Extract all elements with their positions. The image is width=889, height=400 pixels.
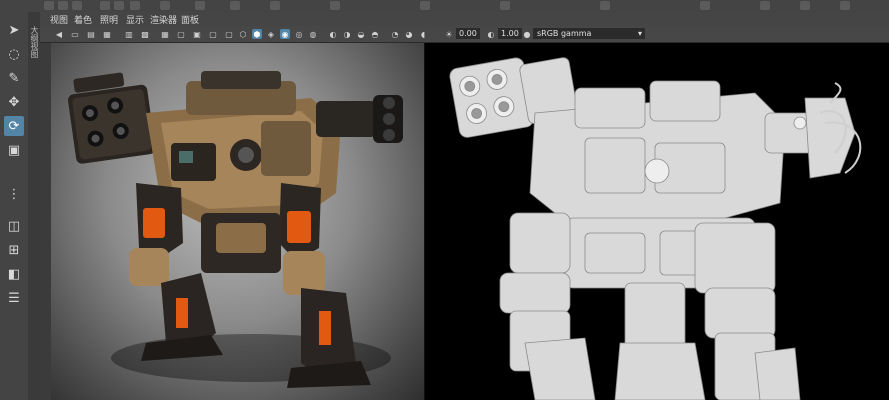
layout-two-icon[interactable]: ◧ [4,264,24,284]
two-d-pan-icon[interactable]: ▥ [124,29,134,39]
rotate-tool-icon[interactable]: ⟳ [4,116,24,136]
ambient-occlusion-icon[interactable]: ◍ [308,29,318,39]
wireframe-viewport[interactable] [425,43,889,400]
menu-renderer[interactable]: 渲染器 [150,13,177,26]
menu-shading[interactable]: 着色 [74,13,92,26]
paint-select-icon[interactable]: ✎ [4,68,24,88]
shelf-icon[interactable] [72,1,82,10]
shelf-icon[interactable] [114,1,124,10]
xray-components-icon[interactable]: ◓ [370,29,380,39]
color-management-icon[interactable]: ● [522,29,532,39]
gamma-icon[interactable]: ◐ [486,29,496,39]
snap-tool-icon[interactable]: ⋮ [4,184,24,204]
textured-icon[interactable]: ◈ [266,29,276,39]
shelf-icon[interactable] [330,1,340,10]
shelf-icon[interactable] [130,1,140,10]
motion-blur-icon[interactable]: ◔ [390,29,400,39]
xray-icon[interactable]: ◑ [342,29,352,39]
menu-lighting[interactable]: 照明 [100,13,118,26]
viewport-gutter [40,43,51,400]
shelf-icon[interactable] [100,1,110,10]
image-plane-icon[interactable]: ▦ [102,29,112,39]
rendered-viewport[interactable] [51,43,425,400]
shelf-icon[interactable] [44,1,54,10]
side-tab-label: 大纲视图 [30,26,39,58]
shadows-icon[interactable]: ◎ [294,29,304,39]
wireframe-icon[interactable]: ⬡ [238,29,248,39]
shelf-icon[interactable] [760,1,770,10]
color-space-select[interactable]: sRGB gamma ▾ [533,28,645,39]
grid-icon[interactable]: ▦ [160,29,170,39]
gate-mask-icon[interactable]: ▢ [208,29,218,39]
layout-single-icon[interactable]: ◫ [4,216,24,236]
xray-joints-icon[interactable]: ◒ [356,29,366,39]
shelf-icon[interactable] [840,1,850,10]
resolution-gate-icon[interactable]: ▣ [192,29,202,39]
antialiasing-icon[interactable]: ◕ [404,29,414,39]
shelf-icon[interactable] [58,1,68,10]
camera-select-icon[interactable]: ◀ [54,29,64,39]
shelf-icon[interactable] [195,1,205,10]
use-lights-icon[interactable]: ◉ [280,29,290,39]
exposure-field[interactable]: 0.00 [456,28,480,39]
layout-four-icon[interactable]: ⊞ [4,240,24,260]
shelf-icon[interactable] [700,1,710,10]
isolate-select-icon[interactable]: ◐ [328,29,338,39]
shelf-icon[interactable] [600,1,610,10]
outliner-icon[interactable]: ☰ [4,288,24,308]
gamma-field[interactable]: 1.00 [498,28,522,39]
depth-of-field-icon[interactable]: ◖ [418,29,428,39]
shelf-icon[interactable] [800,1,810,10]
bookmark-icon[interactable]: ▤ [86,29,96,39]
select-tool-icon[interactable]: ➤ [4,20,24,40]
exposure-icon[interactable]: ☀ [444,29,454,39]
panel-menu-bar: 视图 着色 照明 显示 渲染器 面板 [40,12,889,26]
move-tool-icon[interactable]: ✥ [4,92,24,112]
wireframe-mech-image [449,57,862,400]
lasso-tool-icon[interactable]: ◌ [4,44,24,64]
menu-view[interactable]: 视图 [50,13,68,26]
color-space-value: sRGB gamma [537,29,592,38]
panel-toolbar: ◀ ▭ ▤ ▦ ▥ ▩ ▦ ▢ ▣ ▢ ▢ ⬡ ⬢ ◈ ◉ ◎ ◍ ◐ ◑ ◒ … [40,26,889,43]
shelf-icon[interactable] [230,1,240,10]
film-gate-icon[interactable]: ▢ [176,29,186,39]
dropdown-caret-icon: ▾ [637,29,642,38]
rendered-mech-image [67,71,403,388]
safe-action-icon[interactable]: ▢ [224,29,234,39]
menu-panels[interactable]: 面板 [181,13,199,26]
scale-tool-icon[interactable]: ▣ [4,140,24,160]
menu-show[interactable]: 显示 [126,13,144,26]
camera-attributes-icon[interactable]: ▭ [70,29,80,39]
grease-pencil-icon[interactable]: ▩ [140,29,150,39]
toolbox: ➤ ◌ ✎ ✥ ⟳ ▣ ⋮ ◫ ⊞ ◧ ☰ [0,12,29,400]
shelf-icon[interactable] [270,1,280,10]
shelf-icon[interactable] [500,1,510,10]
shelf-icon[interactable] [160,1,170,10]
smooth-shade-icon[interactable]: ⬢ [252,29,262,39]
shelf-icon[interactable] [420,1,430,10]
